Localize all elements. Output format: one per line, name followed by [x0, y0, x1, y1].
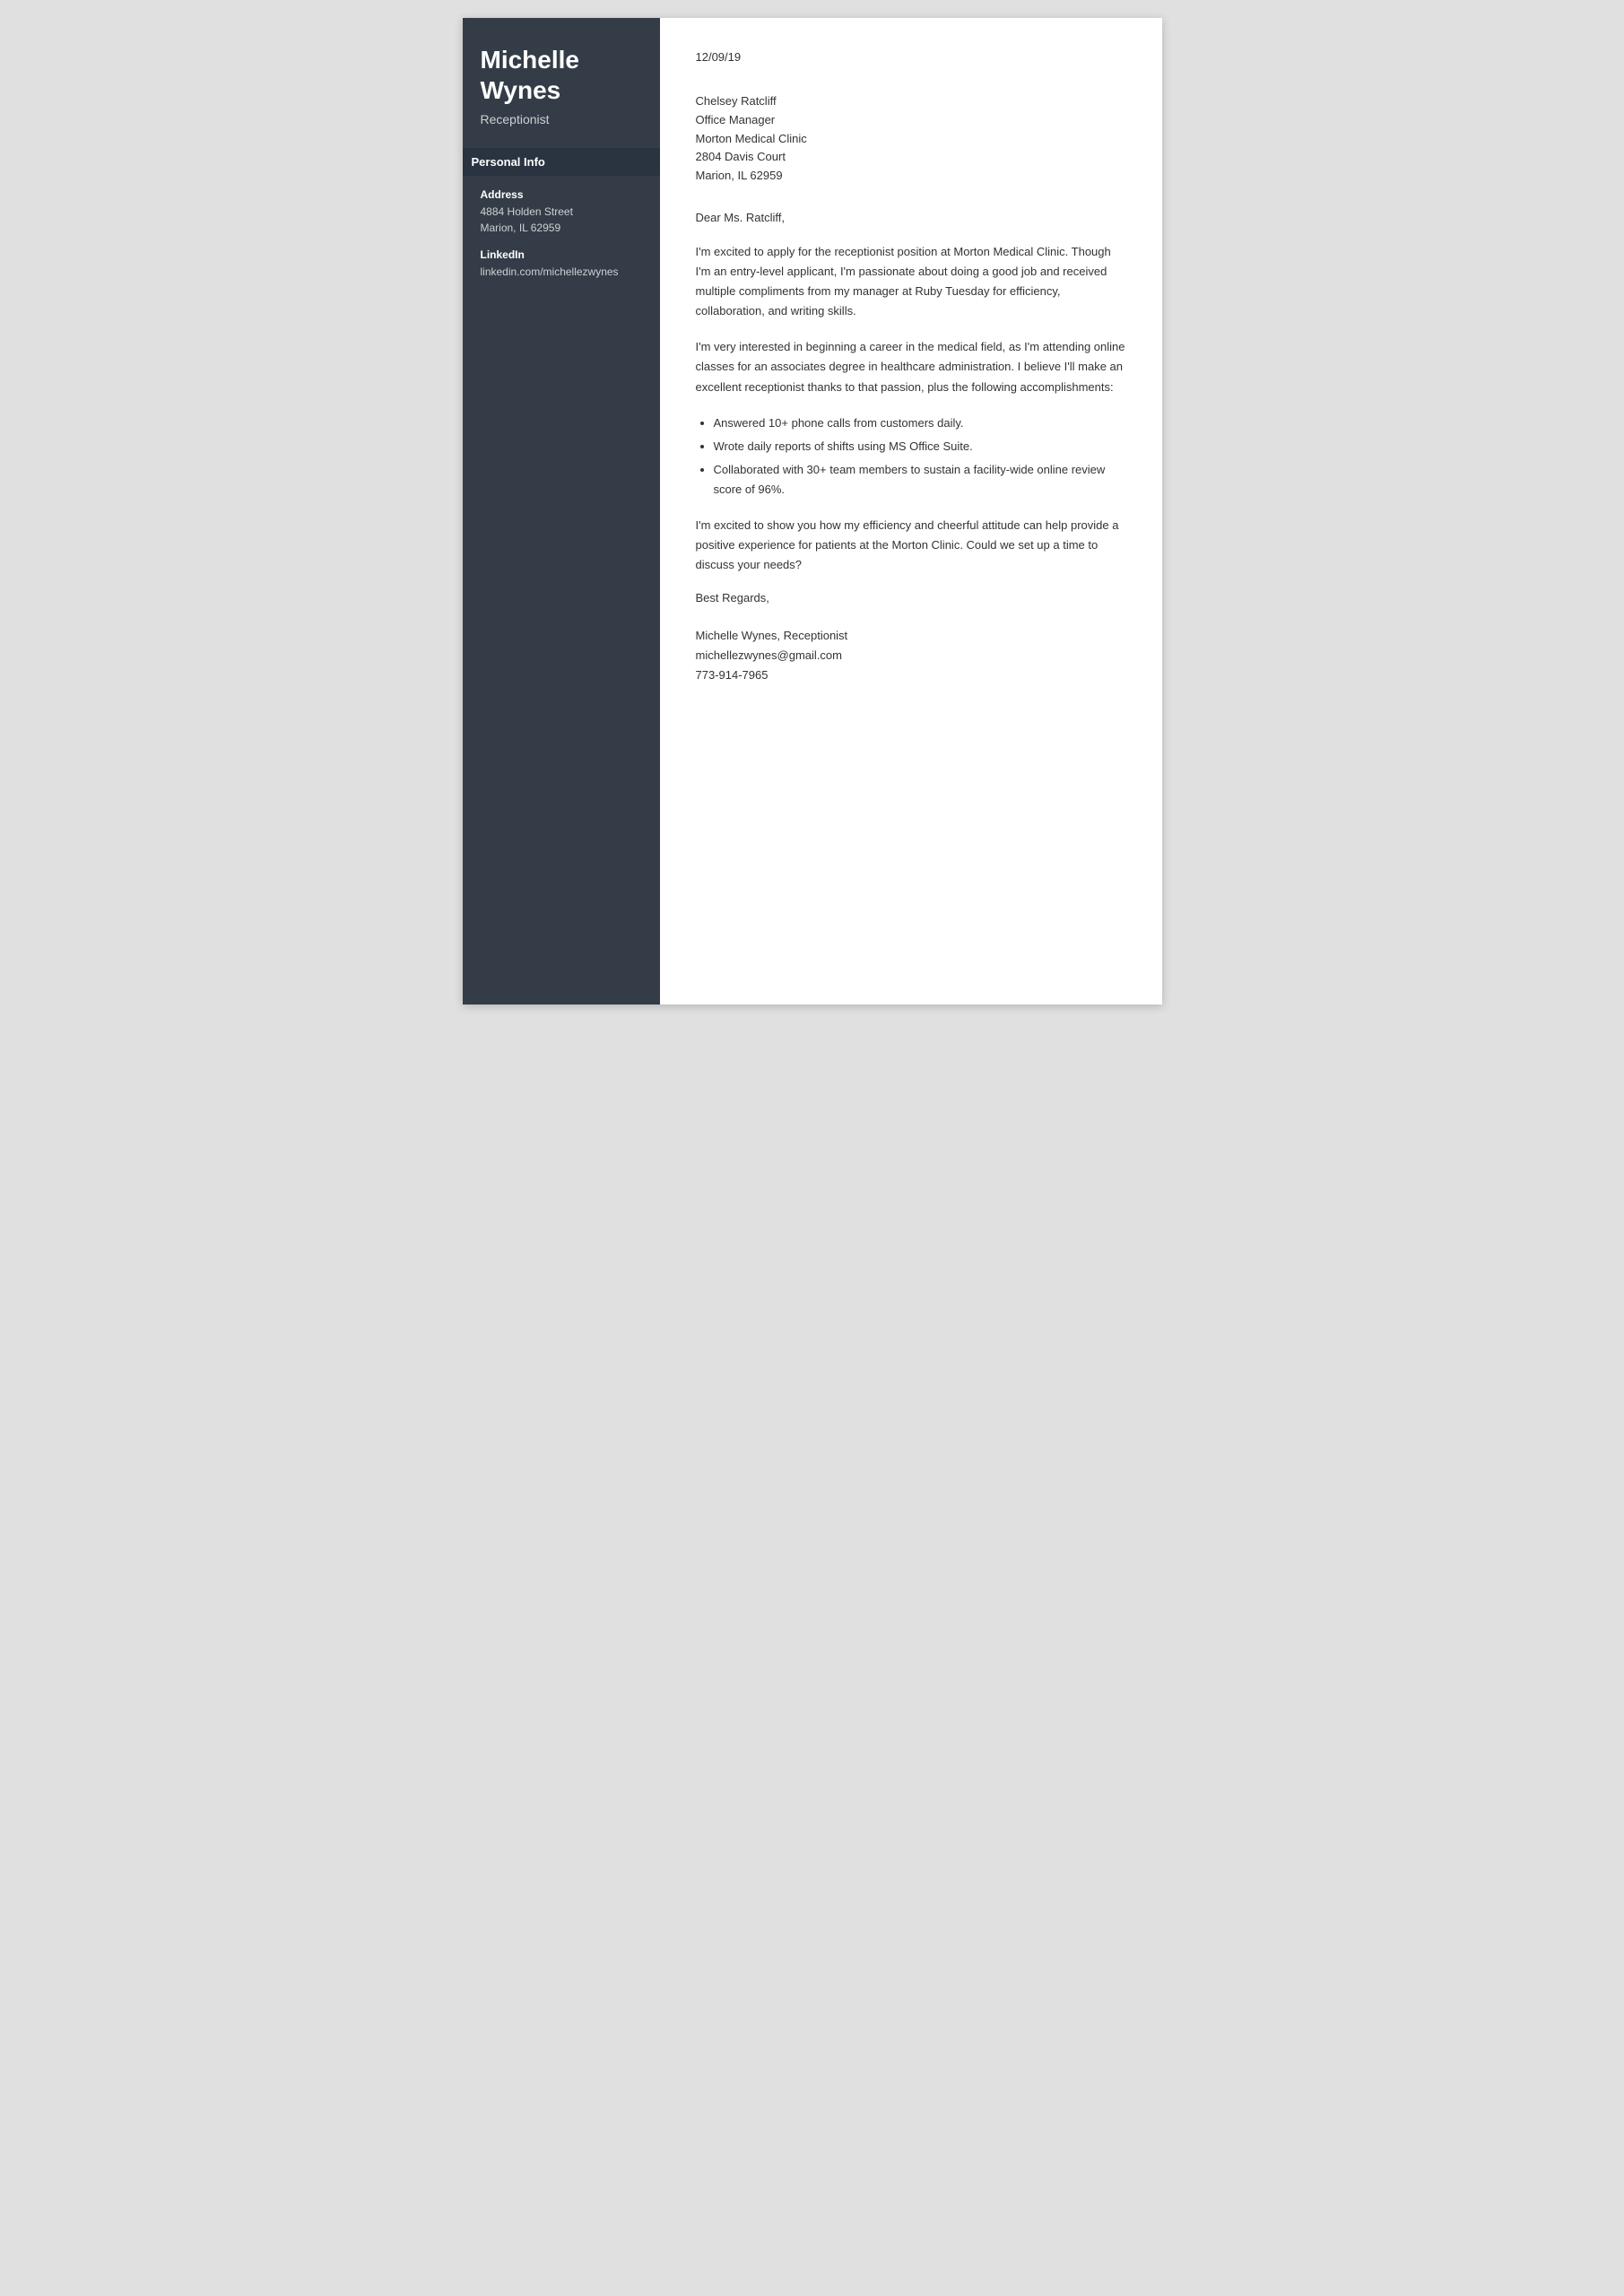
closing: Best Regards, — [696, 591, 1126, 604]
recipient-job-title: Office Manager — [696, 111, 1126, 130]
address-value: 4884 Holden Street Marion, IL 62959 — [481, 204, 642, 236]
recipient-address: 2804 Davis Court — [696, 148, 1126, 167]
letter-body: I'm excited to apply for the receptionis… — [696, 242, 1126, 575]
signature-phone: 773-914-7965 — [696, 665, 1126, 685]
letter-date: 12/09/19 — [696, 50, 1126, 64]
signature-block: Michelle Wynes, Receptionist michellezwy… — [696, 626, 1126, 685]
signature-email: michellezwynes@gmail.com — [696, 646, 1126, 665]
applicant-name: Michelle Wynes — [481, 45, 642, 105]
address-label: Address — [481, 188, 642, 201]
bullet-item-3: Collaborated with 30+ team members to su… — [714, 460, 1126, 500]
salutation: Dear Ms. Ratcliff, — [696, 211, 1126, 224]
recipient-company: Morton Medical Clinic — [696, 130, 1126, 149]
recipient-name: Chelsey Ratcliff — [696, 92, 1126, 111]
signature-name: Michelle Wynes, Receptionist — [696, 626, 1126, 646]
bullet-item-2: Wrote daily reports of shifts using MS O… — [714, 437, 1126, 457]
cover-letter-document: Michelle Wynes Receptionist Personal Inf… — [463, 18, 1162, 1004]
paragraph-3: I'm excited to show you how my efficienc… — [696, 516, 1126, 575]
paragraph-2: I'm very interested in beginning a caree… — [696, 337, 1126, 396]
paragraph-1: I'm excited to apply for the receptionis… — [696, 242, 1126, 321]
linkedin-value: linkedin.com/michellezwynes — [481, 264, 642, 280]
recipient-city: Marion, IL 62959 — [696, 167, 1126, 186]
applicant-title: Receptionist — [481, 112, 642, 126]
linkedin-label: LinkedIn — [481, 248, 642, 261]
accomplishments-list: Answered 10+ phone calls from customers … — [714, 413, 1126, 500]
bullet-item-1: Answered 10+ phone calls from customers … — [714, 413, 1126, 433]
main-content: 12/09/19 Chelsey Ratcliff Office Manager… — [660, 18, 1162, 1004]
personal-info-header: Personal Info — [463, 148, 660, 176]
sidebar: Michelle Wynes Receptionist Personal Inf… — [463, 18, 660, 1004]
recipient-block: Chelsey Ratcliff Office Manager Morton M… — [696, 92, 1126, 186]
